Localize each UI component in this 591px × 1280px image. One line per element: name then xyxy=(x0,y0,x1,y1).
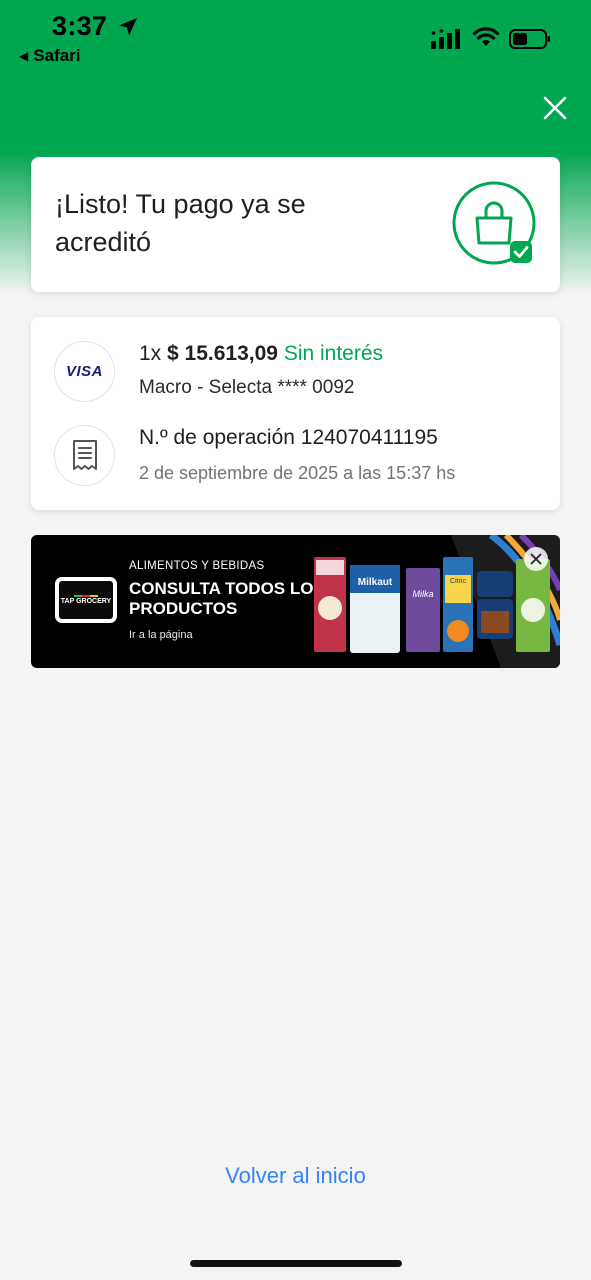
banner-close-button[interactable] xyxy=(524,547,548,571)
battery-icon xyxy=(509,29,550,49)
tap-grocery-logo: TAP GROCERY xyxy=(55,577,117,623)
back-triangle-icon: ◀ xyxy=(19,49,29,63)
close-icon xyxy=(530,553,542,565)
product-label-milkaut: Milkaut xyxy=(358,577,393,588)
receipt-icon xyxy=(72,439,97,470)
home-indicator xyxy=(190,1260,402,1267)
product-label-citric: Citric xyxy=(450,578,466,585)
back-app-label: Safari xyxy=(33,46,81,65)
interest-label: Sin interés xyxy=(283,342,384,365)
status-bar: 3:37 ◀ Safari xyxy=(0,0,591,72)
shopping-bag-check-icon xyxy=(452,181,536,265)
back-home-link[interactable]: Volver al inicio xyxy=(0,1163,591,1189)
operation-date: 2 de septiembre de 2025 a las 15:37 hs xyxy=(139,463,456,483)
visa-logo: VISA xyxy=(65,363,103,380)
products-image: Milkaut Milka Citric xyxy=(314,535,560,668)
status-time: 3:37 xyxy=(52,11,108,41)
close-icon[interactable] xyxy=(540,93,570,123)
payment-details-card: VISA 1x $ 15.613,09 Sin interés Macro - … xyxy=(31,317,560,510)
success-title: ¡Listo! Tu pago ya se acreditó xyxy=(55,189,306,257)
banner-link[interactable]: Ir a la página xyxy=(129,629,193,641)
wifi-icon xyxy=(472,27,500,46)
location-arrow-icon xyxy=(119,18,137,36)
product-label-milka: Milka xyxy=(412,589,433,599)
signal-icon xyxy=(431,29,460,49)
back-to-safari[interactable]: ◀ Safari xyxy=(19,46,80,66)
brand-name: TAP GROCERY xyxy=(60,598,112,605)
installments: 1x xyxy=(139,342,162,365)
receipt-circle xyxy=(54,425,115,486)
operation-number: N.º de operación 124070411195 xyxy=(139,426,438,449)
card-description: Macro - Selecta **** 0092 xyxy=(139,377,355,398)
success-card: ¡Listo! Tu pago ya se acreditó xyxy=(31,157,560,292)
payment-amount: $ 15.613,09 xyxy=(167,342,278,365)
ad-banner[interactable]: TAP GROCERY ALIMENTOS Y BEBIDAS CONSULTA… xyxy=(31,535,560,668)
banner-title: CONSULTA TODOS LOS PRODUCTOS xyxy=(129,579,325,618)
visa-card-icon: VISA xyxy=(54,341,115,402)
payment-summary: 1x $ 15.613,09 Sin interés xyxy=(139,342,383,366)
banner-kicker: ALIMENTOS Y BEBIDAS xyxy=(129,560,265,572)
